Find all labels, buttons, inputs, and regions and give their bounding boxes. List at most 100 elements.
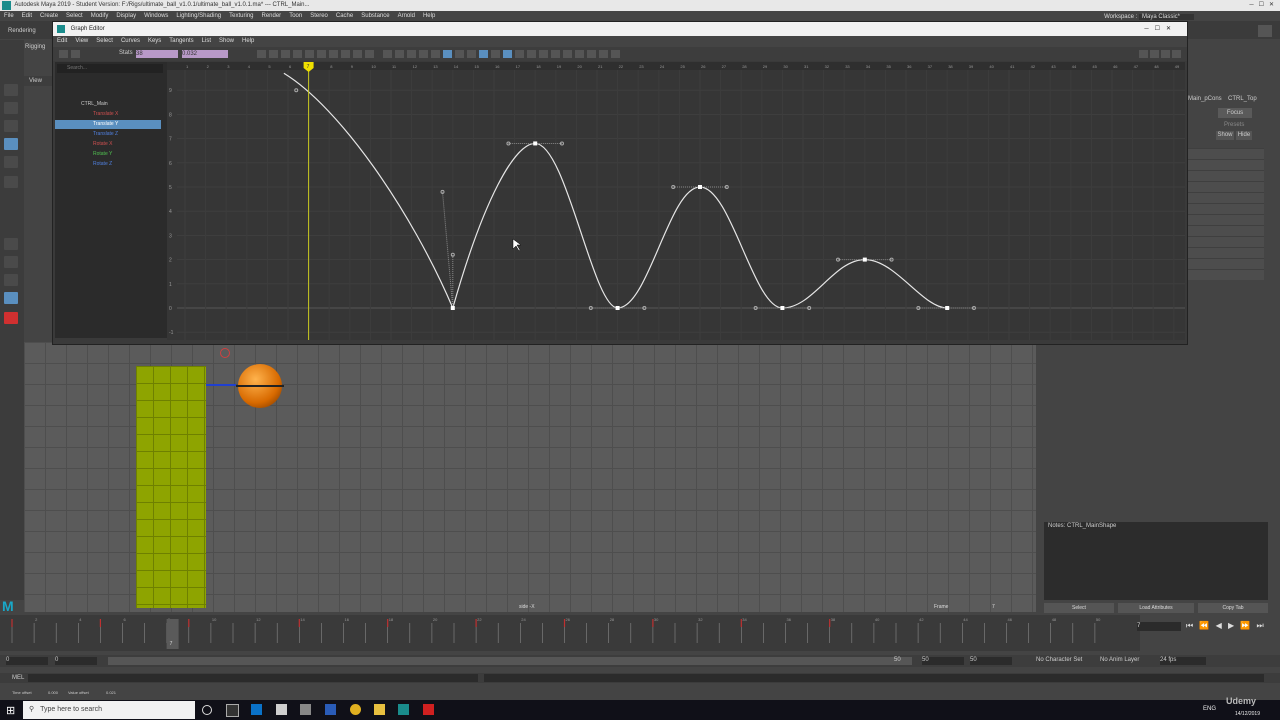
- layout-four-icon[interactable]: [4, 256, 18, 268]
- lasso-tool-icon[interactable]: [4, 102, 18, 114]
- outliner-item[interactable]: Translate Z: [55, 130, 161, 139]
- toolbar-tool-icon[interactable]: [59, 50, 68, 58]
- toolbar-tool-icon[interactable]: [587, 50, 596, 58]
- stats-value-field[interactable]: 0.032: [182, 50, 228, 58]
- anim-layer-menu[interactable]: No Anim Layer: [1100, 657, 1139, 663]
- toolbar-tool-icon[interactable]: [329, 50, 338, 58]
- shape-tab[interactable]: Main_pCons: [1188, 96, 1222, 102]
- chrome-icon[interactable]: [350, 704, 361, 715]
- cortana-icon[interactable]: [202, 705, 212, 715]
- ge-menu-edit[interactable]: Edit: [57, 38, 67, 44]
- toolbar-tool-icon[interactable]: [293, 50, 302, 58]
- scale-tool-icon[interactable]: [4, 176, 18, 188]
- notes-area[interactable]: Notes: CTRL_MainShape: [1044, 522, 1268, 600]
- menu-edit[interactable]: Edit: [22, 13, 32, 19]
- ge-menu-keys[interactable]: Keys: [148, 38, 161, 44]
- time-slider-canvas[interactable]: 2468101214161820222426283032343638404244…: [0, 615, 1140, 651]
- hide-button[interactable]: Hide: [1236, 131, 1252, 140]
- copy-tab-button[interactable]: Copy Tab: [1198, 603, 1268, 613]
- outliner-item[interactable]: Rotate Z: [55, 160, 161, 169]
- file-explorer-icon[interactable]: [374, 704, 385, 715]
- menu-arnold[interactable]: Arnold: [398, 13, 415, 19]
- menu-cache[interactable]: Cache: [336, 13, 353, 19]
- toolbar-tool-icon[interactable]: [419, 50, 428, 58]
- toolbar-tool-icon[interactable]: [503, 50, 512, 58]
- viewport-view-menu[interactable]: View: [29, 78, 42, 84]
- toolbar-tool-icon[interactable]: [71, 50, 80, 58]
- outliner-search-field[interactable]: Search...: [57, 64, 163, 73]
- range-start-field[interactable]: 0: [55, 657, 97, 665]
- toolbar-tool-icon[interactable]: [575, 50, 584, 58]
- toolbar-tool-icon[interactable]: [341, 50, 350, 58]
- menu-file[interactable]: File: [4, 13, 14, 19]
- select-button[interactable]: Select: [1044, 603, 1114, 613]
- toolbar-tool-icon[interactable]: [383, 50, 392, 58]
- toolbar-tool-icon[interactable]: [479, 50, 488, 58]
- menu-lighting-shading[interactable]: Lighting/Shading: [176, 13, 221, 19]
- toolbar-tool-icon[interactable]: [455, 50, 464, 58]
- panel-layout-icon[interactable]: [1258, 25, 1272, 37]
- toolbar-tool-icon[interactable]: [353, 50, 362, 58]
- ge-menu-show[interactable]: Show: [219, 38, 234, 44]
- menu-select[interactable]: Select: [66, 13, 83, 19]
- layout-graph-icon[interactable]: [4, 292, 18, 304]
- language-indicator[interactable]: ENG: [1203, 706, 1216, 712]
- layout-two-icon[interactable]: [4, 274, 18, 286]
- toolbar-tool-icon[interactable]: [281, 50, 290, 58]
- maya-taskbar-icon[interactable]: [398, 704, 409, 715]
- menu-render[interactable]: Render: [262, 13, 282, 19]
- toolbar-tool-icon[interactable]: [407, 50, 416, 58]
- toolbar-tool-icon[interactable]: [467, 50, 476, 58]
- menu-stereo[interactable]: Stereo: [310, 13, 328, 19]
- anim-end-field[interactable]: 50: [970, 657, 1012, 665]
- toolbar-view-icon[interactable]: [1150, 50, 1159, 58]
- stats-time-field[interactable]: 38: [136, 50, 178, 58]
- node-tab[interactable]: CTRL_Top: [1228, 96, 1257, 102]
- toolbar-tool-icon[interactable]: [269, 50, 278, 58]
- layout-single-icon[interactable]: [4, 238, 18, 250]
- toolbar-tool-icon[interactable]: [527, 50, 536, 58]
- menu-display[interactable]: Display: [116, 13, 136, 19]
- workspace-selector[interactable]: Workspace : Maya Classic*: [1104, 14, 1194, 20]
- outliner-item[interactable]: Translate Y: [55, 120, 161, 129]
- menu-substance[interactable]: Substance: [361, 13, 389, 19]
- window-controls[interactable]: ─ ☐ ✕: [1249, 0, 1274, 11]
- menu-modify[interactable]: Modify: [91, 13, 109, 19]
- range-end-field[interactable]: 50: [922, 657, 964, 665]
- graph-editor-window-controls[interactable]: ─☐✕: [1144, 22, 1177, 36]
- toolbar-tool-icon[interactable]: [257, 50, 266, 58]
- fps-menu[interactable]: 24 fps: [1160, 657, 1206, 665]
- move-manipulator-axis[interactable]: [206, 384, 236, 386]
- move-tool-icon[interactable]: [4, 138, 18, 150]
- toolbar-tool-icon[interactable]: [365, 50, 374, 58]
- show-button[interactable]: Show: [1216, 131, 1234, 140]
- ge-menu-view[interactable]: View: [75, 38, 88, 44]
- wall-mesh[interactable]: [136, 366, 206, 608]
- menu-create[interactable]: Create: [40, 13, 58, 19]
- toolbar-tool-icon[interactable]: [515, 50, 524, 58]
- anim-start-field[interactable]: 0: [6, 657, 48, 665]
- mel-input[interactable]: [28, 674, 478, 682]
- menu-help[interactable]: Help: [423, 13, 435, 19]
- shelf-tab-rigging[interactable]: Rigging: [25, 44, 45, 50]
- character-set-menu[interactable]: No Character Set: [1036, 657, 1082, 663]
- toolbar-tool-icon[interactable]: [611, 50, 620, 58]
- toolbar-tool-icon[interactable]: [317, 50, 326, 58]
- outliner-item[interactable]: Rotate Y: [55, 150, 161, 159]
- recorder-icon[interactable]: [423, 704, 434, 715]
- menu-texturing[interactable]: Texturing: [229, 13, 253, 19]
- playback-controls[interactable]: ⏮ ⏪ ◀ ▶ ⏩ ⏭: [1186, 621, 1266, 631]
- taskbar-search[interactable]: ⚲ Type here to search: [23, 701, 195, 719]
- toolbar-tool-icon[interactable]: [491, 50, 500, 58]
- current-frame-field[interactable]: 7: [1137, 622, 1181, 631]
- toolbar-view-icon[interactable]: [1172, 50, 1181, 58]
- word-icon[interactable]: [325, 704, 336, 715]
- presets-button[interactable]: Presets: [1224, 122, 1244, 128]
- ge-menu-curves[interactable]: Curves: [121, 38, 140, 44]
- toolbar-tool-icon[interactable]: [563, 50, 572, 58]
- shelf-tab-rendering[interactable]: Rendering: [8, 28, 36, 34]
- toolbar-view-icon[interactable]: [1139, 50, 1148, 58]
- task-view-icon[interactable]: [226, 704, 239, 717]
- edge-icon[interactable]: [251, 704, 262, 715]
- windows-start-icon[interactable]: ⊞: [6, 704, 15, 717]
